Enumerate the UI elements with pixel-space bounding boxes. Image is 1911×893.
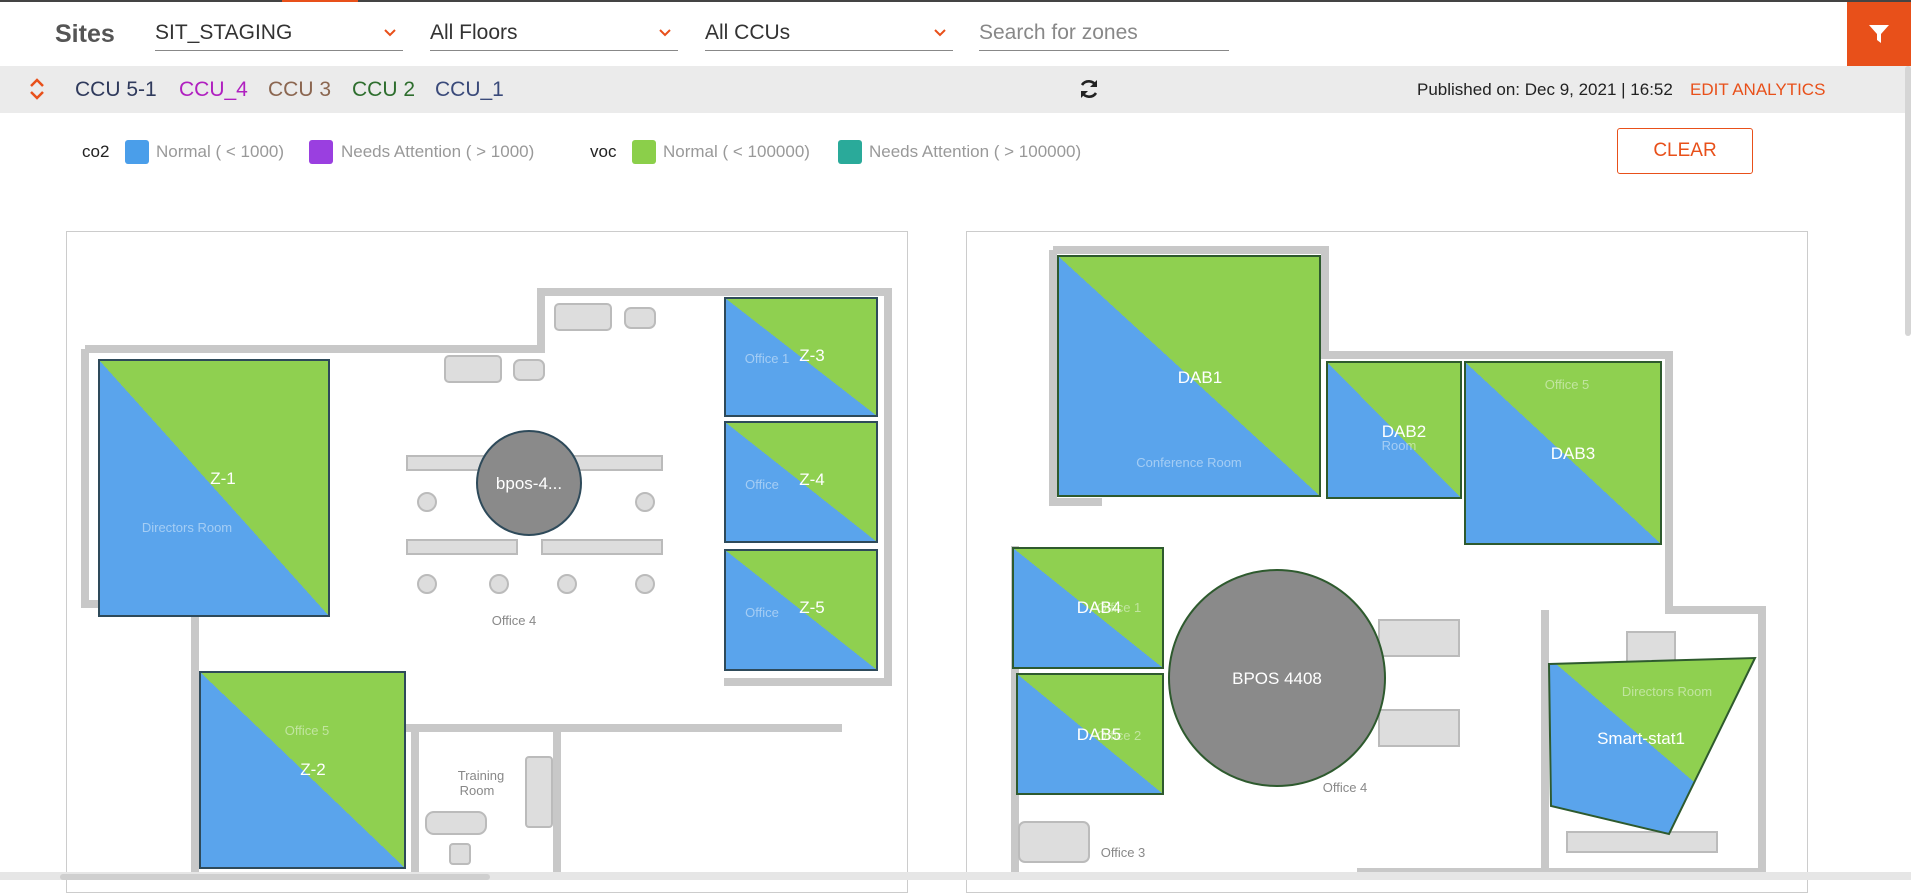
zone-label-bpos-left: bpos-4...: [496, 474, 562, 493]
zone-label-dab5: DAB5: [1077, 725, 1121, 744]
legend-co2-normal: Normal ( < 1000): [156, 142, 285, 161]
zone-z3[interactable]: Office 1 Z-3: [724, 297, 878, 417]
ccus-dropdown-value: All CCUs: [705, 21, 791, 44]
room-label-conference: Conference Room: [1136, 455, 1242, 470]
zone-dab4[interactable]: Office 1 DAB4: [1012, 547, 1164, 669]
site-dropdown-value: SIT_STAGING: [155, 21, 293, 44]
zone-smart-stat1[interactable]: Directors Room Smart-stat1: [1547, 656, 1757, 836]
chevron-down-icon: [934, 29, 946, 37]
floors-dropdown[interactable]: All Floors: [430, 16, 678, 51]
zone-label-dab2: DAB2: [1382, 422, 1426, 441]
zone-label-dab1: DAB1: [1178, 368, 1222, 387]
room-label-directors: Directors Room: [142, 520, 232, 535]
legend-co2-normal-swatch: [125, 140, 149, 164]
zone-z1[interactable]: Directors Room Z-1: [98, 359, 330, 617]
floor-plan-left: Office 4 Training Room Directors Room Z-…: [66, 231, 908, 893]
zone-search-input[interactable]: [979, 16, 1229, 51]
sites-label: Sites: [55, 20, 115, 48]
zone-dab1[interactable]: Conference Room DAB1: [1057, 255, 1321, 497]
zone-z4[interactable]: Office Z-4: [724, 421, 878, 543]
refresh-icon[interactable]: [1077, 77, 1101, 101]
filter-button[interactable]: [1847, 2, 1911, 66]
bpos-zone-right[interactable]: BPOS 4408: [1168, 569, 1386, 787]
chevron-down-icon: [384, 29, 396, 37]
zone-label-z1: Z-1: [210, 469, 236, 488]
ccu-item-3[interactable]: CCU 3: [268, 78, 331, 102]
legend-co2-attention: Needs Attention ( > 1000): [341, 142, 535, 161]
room-label-office3: Office 3: [1101, 845, 1146, 860]
zone-label-z3: Z-3: [799, 346, 825, 365]
furniture: [406, 303, 663, 865]
room-label-office5: Office 5: [285, 723, 330, 738]
room-label-office-b: Office: [745, 605, 779, 620]
room-label-office1: Office 1: [745, 351, 790, 366]
legend-voc-label: voc: [590, 142, 617, 161]
floor-plan-left-drawing: Office 4 Training Room Directors Room Z-…: [81, 288, 892, 872]
filter-icon: [1869, 25, 1889, 43]
zone-label-z5: Z-5: [799, 598, 825, 617]
floors-dropdown-value: All Floors: [430, 21, 518, 44]
ccu-item-2[interactable]: CCU 2: [352, 78, 415, 102]
legend-co2-attention-swatch: [309, 140, 333, 164]
zone-label-bpos-right: BPOS 4408: [1232, 669, 1322, 688]
room-label-office-a: Office: [745, 477, 779, 492]
floor-plan-right: Office 4 Office 3 Conference Room DAB1 R…: [966, 231, 1808, 893]
zone-label-smart-stat1: Smart-stat1: [1597, 729, 1685, 748]
ccu-item-4[interactable]: CCU_4: [179, 78, 248, 102]
legend-voc-attention-swatch: [838, 140, 862, 164]
legend-voc-normal: Normal ( < 100000): [663, 142, 810, 161]
site-dropdown[interactable]: SIT_STAGING: [155, 16, 403, 51]
zone-dab2[interactable]: Room DAB2: [1326, 361, 1462, 499]
room-label-office4: Office 4: [492, 613, 537, 628]
room-label-office4: Office 4: [1323, 780, 1368, 795]
zone-label-dab3: DAB3: [1551, 444, 1595, 463]
vertical-scrollbar[interactable]: [1905, 66, 1911, 336]
zone-label-z2: Z-2: [300, 760, 326, 779]
zone-z2[interactable]: Office 5 Z-2: [199, 671, 406, 869]
published-timestamp: Published on: Dec 9, 2021 | 16:52: [1417, 80, 1673, 99]
room-label-directors: Directors Room: [1622, 684, 1712, 699]
ccus-dropdown[interactable]: All CCUs: [705, 16, 953, 51]
ccu-item-5-1[interactable]: CCU 5-1: [75, 78, 157, 102]
zone-dab5[interactable]: Office 2 DAB5: [1016, 673, 1164, 795]
sort-icon[interactable]: [28, 76, 46, 102]
edit-analytics-link[interactable]: EDIT ANALYTICS: [1690, 80, 1825, 100]
legend-bar: co2 Normal ( < 1000) Needs Attention ( >…: [0, 113, 1911, 190]
horizontal-scrollbar-thumb[interactable]: [60, 874, 490, 880]
zone-label-dab4: DAB4: [1077, 598, 1121, 617]
zone-dab3[interactable]: Office 5 DAB3: [1464, 361, 1662, 545]
header-bar: Sites SIT_STAGING All Floors All CCUs: [0, 2, 1911, 66]
room-label-training-line1: Training: [458, 768, 504, 783]
room-label-office5: Office 5: [1545, 377, 1590, 392]
legend-voc-normal-swatch: [632, 140, 656, 164]
floor-plan-right-drawing: Office 4 Office 3 Conference Room DAB1 R…: [1011, 246, 1766, 876]
legend-co2-label: co2: [82, 142, 110, 161]
legend-voc-attention: Needs Attention ( > 100000): [869, 142, 1082, 161]
ccu-item-1[interactable]: CCU_1: [435, 78, 504, 102]
zone-z5[interactable]: Office Z-5: [724, 549, 878, 671]
room-label-training-line2: Room: [460, 783, 495, 798]
clear-button[interactable]: CLEAR: [1617, 128, 1753, 174]
bpos-zone-left[interactable]: bpos-4...: [476, 430, 582, 536]
zone-label-z4: Z-4: [799, 470, 825, 489]
chevron-down-icon: [659, 29, 671, 37]
ccu-bar: CCU 5-1 CCU_4 CCU 3 CCU 2 CCU_1 Publishe…: [0, 66, 1911, 113]
